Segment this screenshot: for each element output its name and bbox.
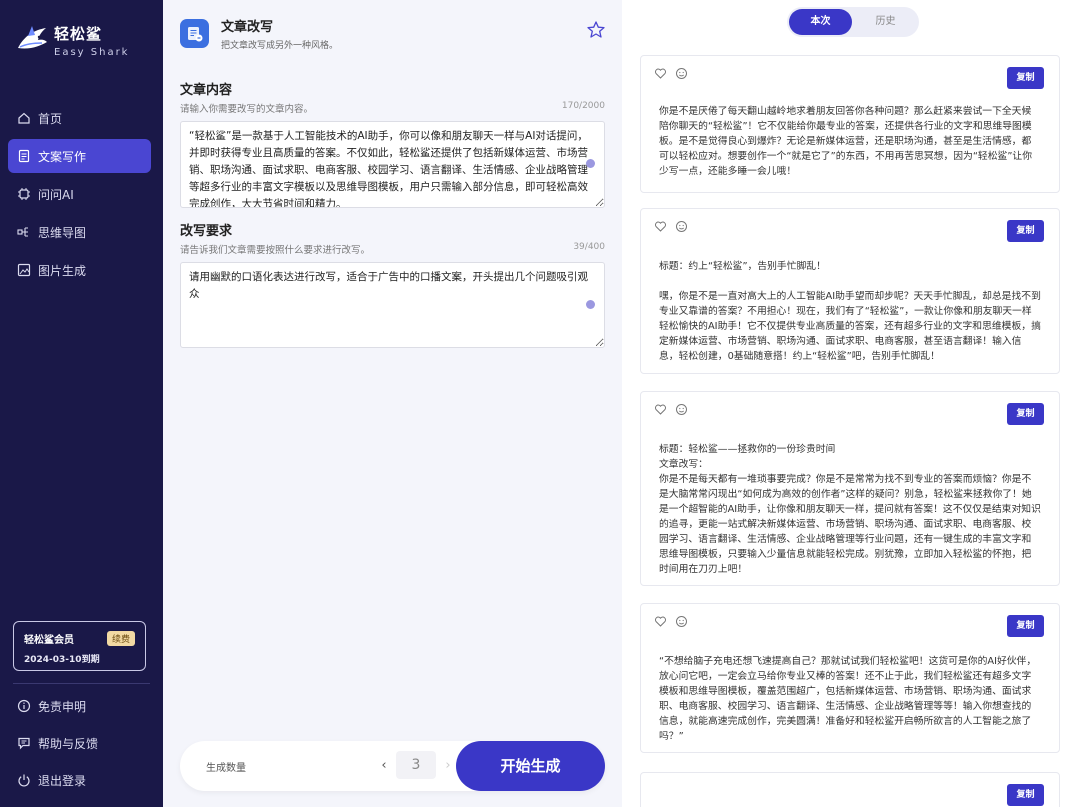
heart-icon[interactable] bbox=[654, 67, 667, 80]
document-icon bbox=[17, 149, 31, 163]
sidebar-item-label: 问问AI bbox=[38, 187, 74, 202]
brand-logo[interactable]: 轻松鲨 Easy Shark bbox=[14, 22, 129, 58]
tool-title: 文章改写 bbox=[221, 20, 274, 35]
heart-icon[interactable] bbox=[654, 220, 667, 233]
sidebar-item-label: 免责申明 bbox=[38, 699, 87, 714]
brand-name: 轻松鲨 bbox=[54, 24, 103, 43]
tab-history[interactable]: 历史 bbox=[854, 9, 917, 35]
sidebar-item-label: 文案写作 bbox=[38, 149, 87, 164]
requirement-textarea[interactable]: 请用幽默的口语化表达进行改写，适合于广告中的口播文案，开头提出几个问题吸引观众 bbox=[180, 262, 605, 348]
result-card: 复制 “不想给脑子充电还想飞速提高自己？那就试试我们轻松鲨吧！这货可是你的AI好… bbox=[640, 603, 1060, 753]
heart-icon[interactable] bbox=[654, 403, 667, 416]
result-text: 标题：轻松鲨——拯救你的一份珍贵时间 文章改写： 你是不是每天都有一堆琐事要完成… bbox=[659, 444, 1041, 575]
membership-expiry: 2024-03-10到期 bbox=[24, 655, 100, 665]
content-textarea[interactable]: “轻松鲨”是一款基于人工智能技术的AI助手，你可以像和朋友聊天一样与AI对话提问… bbox=[180, 121, 605, 208]
copy-button[interactable]: 复制 bbox=[1007, 784, 1044, 806]
sidebar-item-label: 帮助与反馈 bbox=[38, 736, 99, 751]
result-text: 你是不是厌倦了每天翻山越岭地求着朋友回答你各种问题？那么赶紧来尝试一下全天候陪你… bbox=[659, 106, 1032, 177]
sidebar-item-home[interactable]: 首页 bbox=[8, 101, 151, 135]
requirement-field-hint: 请告诉我们文章需要按照什么要求进行改写。 bbox=[180, 245, 371, 256]
sidebar-item-feedback[interactable]: 帮助与反馈 bbox=[17, 730, 98, 756]
results-panel: 本次 历史 复制 你是不是厌倦了每天翻山越岭地求着朋友回答你各种问题？那么赶紧来… bbox=[622, 0, 1080, 807]
home-icon bbox=[17, 111, 31, 125]
quantity-value[interactable]: 3 bbox=[396, 751, 436, 779]
membership-card: 轻松鲨会员 续费 2024-03-10到期 bbox=[13, 621, 146, 671]
sidebar-item-label: 思维导图 bbox=[38, 225, 87, 240]
copy-button[interactable]: 复制 bbox=[1007, 615, 1044, 637]
sidebar-item-mindmap[interactable]: 思维导图 bbox=[8, 215, 151, 249]
decrement-chevron-icon[interactable]: ‹ bbox=[376, 758, 392, 773]
requirement-field-label: 改写要求 bbox=[180, 224, 233, 239]
ai-chip-icon bbox=[17, 187, 31, 201]
content-field-label: 文章内容 bbox=[180, 83, 233, 98]
sidebar-item-copywriting[interactable]: 文案写作 bbox=[8, 139, 151, 173]
start-generate-button[interactable]: 开始生成 bbox=[456, 741, 605, 791]
sidebar-item-ask-ai[interactable]: 问问AI bbox=[8, 177, 151, 211]
sidebar-item-label: 退出登录 bbox=[38, 773, 87, 788]
emoji-icon[interactable] bbox=[675, 615, 688, 628]
quantity-label: 生成数量 bbox=[206, 763, 246, 774]
heart-icon[interactable] bbox=[654, 615, 667, 628]
rewrite-form-panel: 文章改写 把文章改写成另外一种风格。 文章内容 请输入你需要改写的文章内容。 1… bbox=[163, 0, 622, 807]
tool-subtitle: 把文章改写成另外一种风格。 bbox=[221, 41, 339, 51]
content-field-hint: 请输入你需要改写的文章内容。 bbox=[180, 104, 314, 115]
result-text: 标题：约上“轻松鲨”，告别手忙脚乱！ 嘿，你是不是一直对高大上的人工智能AI助手… bbox=[659, 261, 1041, 362]
sidebar-nav: 首页 文案写作 问问AI 思维导图 图片生成 bbox=[8, 101, 151, 291]
tab-current[interactable]: 本次 bbox=[789, 9, 852, 35]
tool-header: 文章改写 把文章改写成另外一种风格。 bbox=[180, 16, 338, 51]
copy-button[interactable]: 复制 bbox=[1007, 67, 1044, 89]
mindmap-icon bbox=[17, 225, 31, 239]
feedback-icon bbox=[17, 736, 31, 750]
sidebar-bottom-nav: 免责申明 帮助与反馈 退出登录 bbox=[17, 693, 98, 804]
quantity-stepper: ‹ 3 › bbox=[376, 751, 456, 779]
power-icon bbox=[17, 773, 31, 787]
result-text: “不想给脑子充电还想飞速提高自己？那就试试我们轻松鲨吧！这货可是你的AI好伙伴，… bbox=[659, 656, 1037, 742]
requirement-char-count: 39/400 bbox=[573, 242, 605, 252]
favorite-star-icon[interactable] bbox=[586, 20, 606, 40]
copy-button[interactable]: 复制 bbox=[1007, 220, 1044, 242]
emoji-icon[interactable] bbox=[675, 220, 688, 233]
shark-logo-icon bbox=[18, 26, 47, 49]
sidebar-item-label: 首页 bbox=[38, 111, 63, 126]
result-card: 复制 标题：轻松鲨——拯救你的一份珍贵时间 文章改写： 你是不是每天都有一堆琐事… bbox=[640, 391, 1060, 586]
emoji-icon[interactable] bbox=[675, 403, 688, 416]
membership-title: 轻松鲨会员 bbox=[24, 635, 74, 646]
generate-bar: 生成数量 ‹ 3 › 开始生成 bbox=[180, 741, 605, 791]
result-card: 复制 标题：约上“轻松鲨”，告别手忙脚乱！ 嘿，你是不是一直对高大上的人工智能A… bbox=[640, 208, 1060, 374]
copy-button[interactable]: 复制 bbox=[1007, 403, 1044, 425]
grammarly-dot-icon bbox=[586, 300, 595, 309]
content-char-count: 170/2000 bbox=[561, 101, 605, 111]
emoji-icon[interactable] bbox=[675, 67, 688, 80]
results-tabs: 本次 历史 bbox=[787, 7, 919, 37]
brand-subtitle: Easy Shark bbox=[54, 46, 130, 58]
info-icon bbox=[17, 699, 31, 713]
sidebar-divider bbox=[13, 683, 150, 684]
increment-chevron-icon[interactable]: › bbox=[440, 758, 456, 773]
grammarly-dot-icon bbox=[586, 159, 595, 168]
result-card: 复制 你是不是厌倦了每天翻山越岭地求着朋友回答你各种问题？那么赶紧来尝试一下全天… bbox=[640, 55, 1060, 193]
sidebar-item-logout[interactable]: 退出登录 bbox=[17, 767, 98, 793]
image-icon bbox=[17, 263, 31, 277]
sidebar-item-label: 图片生成 bbox=[38, 263, 87, 278]
result-card: 复制 bbox=[640, 772, 1060, 807]
renew-button[interactable]: 续费 bbox=[106, 631, 135, 646]
sidebar-item-disclaimer[interactable]: 免责申明 bbox=[17, 693, 98, 719]
rewrite-tool-icon bbox=[180, 19, 209, 48]
sidebar: 轻松鲨 Easy Shark 首页 文案写作 问问AI 思维导图 图片生成 轻松… bbox=[0, 0, 163, 807]
sidebar-item-image-gen[interactable]: 图片生成 bbox=[8, 253, 151, 287]
